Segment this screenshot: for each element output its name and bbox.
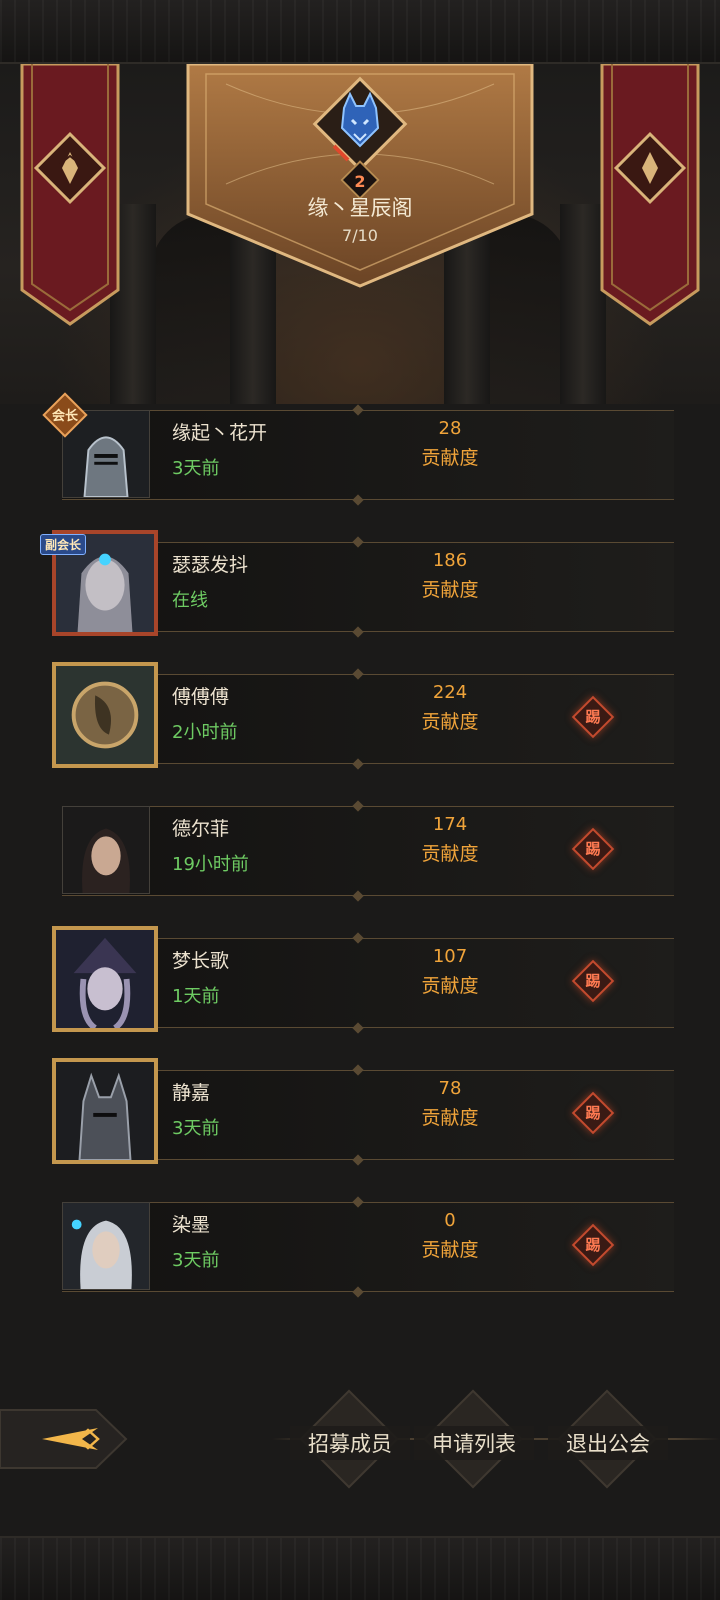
right-banner-icon	[598, 64, 702, 326]
member-status: 3天前	[172, 1118, 220, 1139]
member-row[interactable]: 会长 缘起丶花开 3天前 28 贡献度	[0, 392, 720, 530]
member-status: 在线	[172, 590, 208, 611]
contribution-label: 贡献度	[421, 975, 479, 997]
member-name: 缘起丶花开	[172, 422, 268, 444]
contribution-label: 贡献度	[421, 579, 479, 601]
recruit-button[interactable]: 招募成员	[290, 1389, 410, 1490]
vice-leader-badge: 副会长	[40, 534, 87, 555]
avatar[interactable]	[62, 806, 150, 894]
member-status: 3天前	[172, 1250, 220, 1271]
member-name: 静嘉	[172, 1082, 211, 1104]
member-row[interactable]: 傅傅傅 2小时前 224 贡献度 踢	[0, 662, 720, 794]
role-label: 会长	[51, 409, 78, 424]
contribution-value: 0	[444, 1210, 456, 1231]
left-banner-icon	[18, 64, 122, 326]
member-name: 染墨	[172, 1214, 211, 1236]
kick-button[interactable]: 踢	[570, 826, 616, 872]
avatar[interactable]	[62, 1202, 150, 1290]
contribution-label: 贡献度	[421, 447, 479, 469]
leave-guild-label: 退出公会	[548, 1426, 668, 1460]
leader-badge: 会长	[42, 392, 88, 438]
member-status: 3天前	[172, 458, 220, 479]
row-background	[62, 410, 674, 500]
applications-button[interactable]: 申请列表	[414, 1389, 534, 1490]
member-status: 2小时前	[172, 722, 238, 743]
member-name: 梦长歌	[172, 950, 230, 972]
applications-label: 申请列表	[414, 1426, 534, 1460]
guild-name: 缘丶星辰阁	[307, 196, 413, 220]
recruit-label: 招募成员	[290, 1426, 410, 1460]
member-row[interactable]: 德尔菲 19小时前 174 贡献度 踢	[0, 794, 720, 926]
leave-guild-button[interactable]: 退出公会	[548, 1389, 668, 1490]
kick-label: 踢	[585, 840, 601, 858]
contribution-label: 贡献度	[421, 1239, 479, 1261]
contribution-label: 贡献度	[421, 711, 479, 733]
kick-label: 踢	[585, 708, 601, 726]
kick-label: 踢	[585, 1104, 601, 1122]
kick-label: 踢	[585, 1236, 601, 1254]
kick-button[interactable]: 踢	[570, 1090, 616, 1136]
back-arrow-icon	[0, 1409, 128, 1469]
contribution-value: 78	[438, 1078, 462, 1099]
member-name: 德尔菲	[172, 818, 230, 840]
member-row[interactable]: 静嘉 3天前 78 贡献度 踢	[0, 1058, 720, 1190]
member-row[interactable]: 副会长 瑟瑟发抖 在线 186 贡献度	[0, 530, 720, 662]
top-frame	[0, 0, 720, 64]
guild-crest: 2 缘丶星辰阁 7/10	[186, 64, 534, 290]
member-row[interactable]: 梦长歌 1天前 107 贡献度 踢	[0, 926, 720, 1058]
avatar[interactable]	[52, 926, 158, 1032]
avatar[interactable]	[52, 1058, 158, 1164]
guild-member-count: 7/10	[342, 226, 378, 245]
contribution-value: 174	[432, 814, 468, 835]
back-button[interactable]	[0, 1408, 128, 1470]
avatar[interactable]	[52, 662, 158, 768]
member-row[interactable]: 染墨 3天前 0 贡献度 踢	[0, 1190, 720, 1322]
kick-label: 踢	[585, 972, 601, 990]
kick-button[interactable]: 踢	[570, 958, 616, 1004]
member-status: 19小时前	[172, 854, 249, 875]
member-name: 傅傅傅	[172, 686, 230, 708]
member-status: 1天前	[172, 986, 220, 1007]
member-name: 瑟瑟发抖	[172, 554, 249, 576]
contribution-value: 224	[432, 682, 468, 703]
kick-button[interactable]: 踢	[570, 694, 616, 740]
contribution-value: 107	[432, 946, 468, 967]
contribution-value: 186	[432, 550, 468, 571]
kick-button[interactable]: 踢	[570, 1222, 616, 1268]
contribution-value: 28	[438, 418, 462, 439]
contribution-label: 贡献度	[421, 1107, 479, 1129]
bottom-frame	[0, 1536, 720, 1600]
contribution-label: 贡献度	[421, 843, 479, 865]
